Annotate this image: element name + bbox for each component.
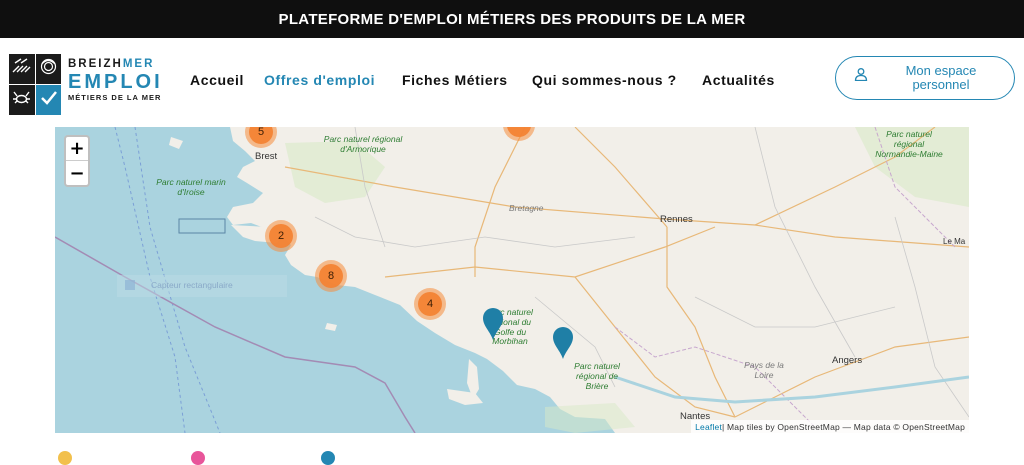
map-label-briere: Parc naturel régional de Brière	[574, 361, 620, 391]
nav-item-qui-sommes-nous[interactable]: Qui sommes-nous ?	[532, 72, 677, 88]
map-pin-icon[interactable]	[552, 326, 574, 360]
cluster-count: 5	[249, 127, 273, 144]
leaflet-link[interactable]: Leaflet	[695, 422, 722, 432]
nav-item-actualites[interactable]: Actualités	[702, 72, 775, 88]
logo-text: BREIZHMER EMPLOI MÉTIERS DE LA MER	[68, 58, 163, 102]
map-label-bretagne: Bretagne	[509, 203, 544, 213]
nav-item-fiches-metiers[interactable]: Fiches Métiers	[402, 72, 508, 88]
map-label-capteur: Capteur rectangulaire	[151, 280, 233, 290]
legend-dot	[321, 451, 335, 465]
attribution-text: | Map tiles by OpenStreetMap — Map data …	[722, 421, 965, 432]
map-label-iroise: Parc naturel marin d'Iroise	[156, 177, 226, 197]
banner-title: PLATEFORME D'EMPLOI MÉTIERS DES PRODUITS…	[278, 10, 746, 28]
logo-tile-fish-icon	[9, 54, 35, 84]
logo-tile-check-icon	[35, 85, 61, 115]
user-icon	[854, 68, 868, 81]
map-label-angers: Angers	[832, 355, 863, 366]
top-banner: PLATEFORME D'EMPLOI MÉTIERS DES PRODUITS…	[0, 0, 1024, 38]
zoom-control: + −	[64, 135, 90, 187]
map-label-pays-de-la-loire: Pays de la Loire	[744, 360, 784, 380]
map-pin-icon[interactable]	[482, 307, 504, 341]
job-cluster[interactable]: 4	[414, 288, 446, 320]
logo-word-breizh: BREIZH	[68, 58, 123, 70]
zoom-out-button[interactable]: −	[66, 161, 88, 185]
map-attribution: Leaflet | Map tiles by OpenStreetMap — M…	[691, 420, 969, 433]
logo-word-mer: MER	[122, 58, 155, 70]
map-legend	[55, 444, 969, 465]
logo-icon	[9, 54, 61, 115]
map-label-armorique: Parc naturel régional d'Armorique	[323, 134, 403, 154]
account-button[interactable]: Mon espace personnel	[835, 56, 1015, 100]
job-cluster[interactable]: 2	[265, 220, 297, 252]
account-button-label: Mon espace personnel	[905, 63, 977, 92]
logo-word-emploi: EMPLOI	[68, 70, 163, 93]
nav-item-accueil[interactable]: Accueil	[190, 72, 244, 88]
legend-dot	[191, 451, 205, 465]
map-label-rennes: Rennes	[660, 214, 693, 225]
logo-tile-crab-icon	[9, 85, 35, 115]
legend-dot	[58, 451, 72, 465]
logo-tile-shell-icon	[35, 54, 61, 84]
logo[interactable]: BREIZHMER EMPLOI MÉTIERS DE LA MER	[9, 53, 164, 115]
job-cluster[interactable]: 8	[315, 260, 347, 292]
cluster-count	[507, 127, 531, 137]
nav-item-offres[interactable]: Offres d'emploi	[264, 72, 375, 88]
cluster-count: 4	[418, 292, 442, 316]
cluster-count: 2	[269, 224, 293, 248]
map-label-normandie: Parc naturel régional Normandie-Maine	[875, 129, 943, 159]
logo-tagline: MÉTIERS DE LA MER	[68, 92, 162, 102]
job-map[interactable]: Brest Parc naturel régional d'Armorique …	[55, 127, 969, 433]
map-label-le-mans: Le Ma	[943, 237, 966, 246]
map-label-brest: Brest	[255, 151, 278, 162]
cluster-count: 8	[319, 264, 343, 288]
zoom-in-button[interactable]: +	[66, 137, 88, 161]
